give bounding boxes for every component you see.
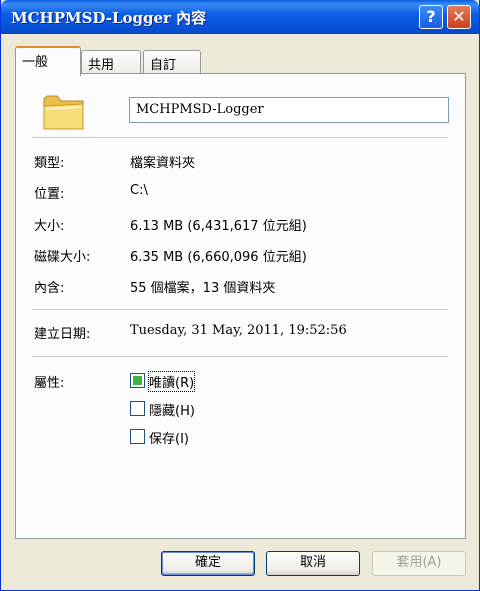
type-label: 類型:: [34, 156, 65, 171]
window-title: MCHPMSD-Logger 內容: [11, 9, 207, 27]
general-panel: MCHPMSD-Logger 類型: 檔案資料夾 位置: C:\ 大小: 6.1…: [15, 73, 466, 539]
separator: [32, 309, 448, 310]
contains-value: 55 個檔案，13 個資料夾: [130, 281, 276, 296]
apply-button[interactable]: 套用(A): [372, 551, 466, 576]
contains-label: 內含:: [34, 281, 65, 296]
help-icon[interactable]: ?: [419, 5, 443, 29]
hidden-checkbox-label[interactable]: 隱藏(H): [149, 400, 195, 419]
created-value: Tuesday, 31 May, 2011, 19:52:56: [130, 323, 347, 338]
readonly-checkbox-label[interactable]: 唯讀(R): [147, 371, 196, 392]
close-icon[interactable]: ✕: [447, 5, 471, 29]
cancel-button[interactable]: 取消: [266, 551, 360, 576]
disk-size-label: 磁碟大小:: [34, 250, 91, 265]
archive-checkbox-label[interactable]: 保存(I): [149, 428, 189, 447]
properties-window: MCHPMSD-Logger 內容 ? ✕ 一般 共用 自訂 MCHPMSD-L…: [0, 0, 480, 591]
separator: [32, 137, 448, 138]
folder-name-input[interactable]: MCHPMSD-Logger: [129, 97, 449, 123]
type-value: 檔案資料夾: [130, 156, 196, 171]
size-label: 大小:: [34, 219, 65, 234]
archive-checkbox[interactable]: [130, 429, 145, 444]
size-value: 6.13 MB (6,431,617 位元組): [130, 219, 307, 234]
readonly-checkbox[interactable]: [130, 373, 145, 388]
title-bar[interactable]: MCHPMSD-Logger 內容 ? ✕: [1, 0, 479, 34]
folder-icon: [43, 95, 84, 130]
tab-general[interactable]: 一般: [15, 46, 81, 76]
disk-size-value: 6.35 MB (6,660,096 位元組): [130, 250, 307, 265]
location-value: C:\: [130, 183, 148, 198]
ok-button[interactable]: 確定: [161, 551, 255, 576]
hidden-checkbox[interactable]: [130, 401, 145, 416]
tab-customize[interactable]: 自訂: [143, 50, 201, 74]
location-label: 位置:: [34, 187, 65, 202]
created-label: 建立日期:: [34, 327, 91, 342]
attributes-label: 屬性:: [34, 376, 65, 391]
tab-sharing[interactable]: 共用: [81, 50, 141, 74]
separator: [32, 356, 448, 357]
